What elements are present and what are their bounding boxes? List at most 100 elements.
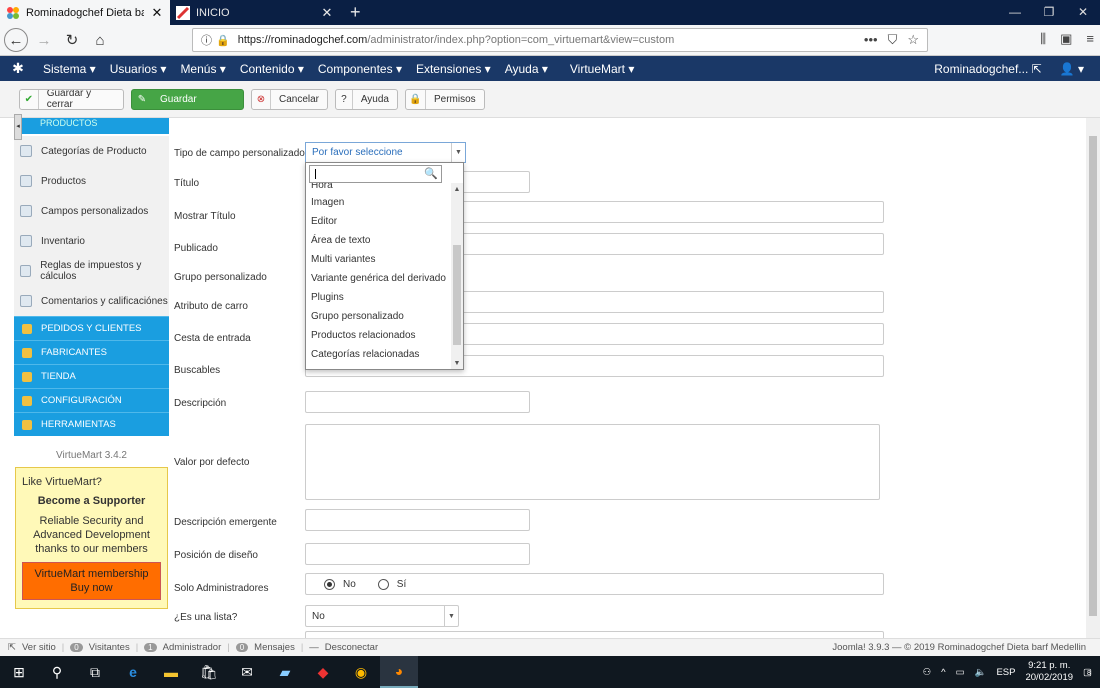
url-text[interactable]: https://rominadogchef.com/administrator/… [238, 34, 675, 46]
back-button[interactable]: ← [4, 28, 28, 52]
sidebar-item-impuestos[interactable]: Reglas de impuestos y cálculos [14, 256, 169, 286]
description-input[interactable] [305, 391, 530, 413]
dropdown-scrollbar[interactable]: ▲ ▼ [451, 183, 463, 369]
close-tab-icon[interactable]: ✕ [320, 5, 334, 21]
user-menu-icon[interactable]: 👤 ▾ [1060, 62, 1084, 76]
chevron-up-icon[interactable]: ^ [941, 667, 945, 678]
sidebar-toggle-icon[interactable]: ▣ [1060, 31, 1072, 47]
language-indicator[interactable]: ESP [996, 667, 1015, 678]
site-link[interactable]: Rominadogchef... ⇱ [934, 62, 1041, 76]
dropdown-search-input[interactable]: 🔍 [309, 165, 442, 183]
library-icon[interactable]: ⫼ [1040, 31, 1046, 47]
option-categorias-relacionadas[interactable]: Categorías relacionadas [306, 345, 452, 364]
tooltip-input[interactable] [305, 509, 530, 531]
sidebar-section-herramientas[interactable]: HERRAMIENTAS [14, 412, 169, 436]
menu-sistema[interactable]: Sistema ▾ [36, 62, 103, 76]
save-close-button[interactable]: ✔ Guardar y cerrar [19, 88, 124, 110]
option-hora[interactable]: Hora [306, 183, 452, 193]
taskbar-clock[interactable]: 9:21 p. m. 20/02/2019 [1025, 660, 1073, 684]
view-site-link[interactable]: Ver sitio [22, 642, 56, 653]
sidebar-header-productos[interactable]: PRODUCTOS [14, 118, 169, 134]
site-favicon-icon [176, 5, 190, 20]
sidebar-item-categorias[interactable]: Categorías de Producto [14, 136, 169, 166]
edge-icon[interactable]: e [114, 656, 152, 688]
chrome-icon[interactable]: ◉ [342, 656, 380, 688]
messages-label[interactable]: Mensajes [254, 642, 295, 653]
help-button[interactable]: ? Ayuda [335, 88, 398, 110]
sidebar-item-campos[interactable]: Campos personalizados [14, 196, 169, 226]
menu-ayuda[interactable]: Ayuda ▾ [498, 62, 555, 76]
info-icon[interactable]: ⓘ [201, 32, 212, 48]
close-tab-icon[interactable]: ✕ [150, 5, 164, 21]
buy-membership-button[interactable]: VirtueMart membership Buy now [22, 562, 161, 600]
close-window-icon[interactable]: ✕ [1066, 0, 1100, 25]
people-icon[interactable]: ⚇ [923, 667, 932, 678]
admin-only-no-radio[interactable] [324, 578, 335, 590]
volume-icon[interactable]: 🔈 [975, 667, 987, 678]
wrench-icon [22, 347, 32, 358]
browser-tab-inactive[interactable]: INICIO ✕ [170, 0, 340, 25]
url-bar[interactable]: ⓘ 🔒 https://rominadogchef.com/administra… [192, 28, 928, 52]
field-type-select[interactable]: Por favor seleccione ▼ [305, 142, 466, 163]
notifications-icon[interactable]: ▢ 8 [1083, 667, 1092, 678]
menu-componentes[interactable]: Componentes ▾ [311, 62, 409, 76]
option-variante-generica[interactable]: Variante genérica del derivado [306, 269, 452, 288]
sidebar-collapse-handle[interactable]: ◂ [14, 114, 22, 140]
new-tab-button[interactable]: + [340, 0, 371, 25]
hamburger-menu-icon[interactable]: ≡ [1086, 31, 1094, 47]
menu-menus[interactable]: Menús ▾ [173, 62, 232, 76]
admin-only-yes-radio[interactable] [377, 578, 389, 590]
default-value-textarea[interactable] [305, 424, 880, 500]
option-plugins[interactable]: Plugins [306, 288, 452, 307]
option-imagen[interactable]: Imagen [306, 193, 452, 212]
windows-start-icon[interactable]: ⊞ [0, 656, 38, 688]
menu-extensiones[interactable]: Extensiones ▾ [409, 62, 498, 76]
option-grupo-personalizado[interactable]: Grupo personalizado [306, 307, 452, 326]
restore-icon[interactable]: ❐ [1032, 0, 1066, 25]
layout-position-input[interactable] [305, 543, 530, 565]
home-button[interactable]: ⌂ [88, 28, 112, 52]
sidebar-section-tienda[interactable]: TIENDA [14, 364, 169, 388]
page-actions-icon[interactable]: ••• [864, 32, 878, 48]
app-icon[interactable]: ◆ [304, 656, 342, 688]
logout-link[interactable]: Desconectar [325, 642, 378, 653]
bookmark-star-icon[interactable]: ☆ [907, 32, 919, 48]
save-button[interactable]: ✎ Guardar [131, 88, 244, 110]
option-multi-variantes[interactable]: Multi variantes [306, 250, 452, 269]
chevron-up-icon[interactable]: ▲ [451, 186, 463, 193]
permissions-button[interactable]: 🔒 Permisos [405, 88, 485, 110]
sidebar-section-pedidos[interactable]: PEDIDOS Y CLIENTES [14, 316, 169, 340]
next-field-input[interactable] [305, 631, 884, 638]
cancel-button[interactable]: ⊗ Cancelar [251, 88, 328, 110]
scroll-thumb[interactable] [453, 245, 461, 345]
pocket-icon[interactable]: ⛉ [888, 32, 898, 48]
sidebar-item-productos[interactable]: Productos [14, 166, 169, 196]
menu-contenido[interactable]: Contenido ▾ [233, 62, 311, 76]
scroll-thumb[interactable] [1089, 136, 1097, 616]
browser-tab-active[interactable]: Rominadogchef Dieta barf Me ✕ [0, 0, 170, 25]
page-scrollbar[interactable] [1086, 118, 1100, 638]
forward-button[interactable]: → [32, 28, 56, 52]
network-icon[interactable]: ▭ [956, 667, 965, 678]
sidebar-section-configuracion[interactable]: CONFIGURACIÓN [14, 388, 169, 412]
store-icon[interactable]: 🛍 [190, 656, 228, 688]
mail-icon[interactable]: ✉ [228, 656, 266, 688]
reload-button[interactable]: ↻ [60, 28, 84, 52]
task-view-icon[interactable]: ⧉ [76, 656, 114, 688]
option-productos-relacionados[interactable]: Productos relacionados [306, 326, 452, 345]
menu-usuarios[interactable]: Usuarios ▾ [103, 62, 174, 76]
menu-virtuemart[interactable]: VirtueMart ▾ [563, 62, 642, 76]
option-editor[interactable]: Editor [306, 212, 452, 231]
joomla-logo-icon[interactable]: ✱ [0, 60, 36, 77]
search-icon[interactable]: ⚲ [38, 656, 76, 688]
file-explorer-icon[interactable]: ▬ [152, 656, 190, 688]
sidebar-section-fabricantes[interactable]: FABRICANTES [14, 340, 169, 364]
minimize-icon[interactable]: — [998, 0, 1032, 25]
notes-app-icon[interactable]: ▰ [266, 656, 304, 688]
sidebar-item-inventario[interactable]: Inventario [14, 226, 169, 256]
firefox-icon[interactable]: ◕ [380, 656, 418, 688]
sidebar-item-comentarios[interactable]: Comentarios y calificaciónes [14, 286, 169, 316]
chevron-down-icon[interactable]: ▼ [451, 360, 463, 367]
is-list-select[interactable]: No ▼ [305, 605, 459, 627]
option-area-texto[interactable]: Área de texto [306, 231, 452, 250]
